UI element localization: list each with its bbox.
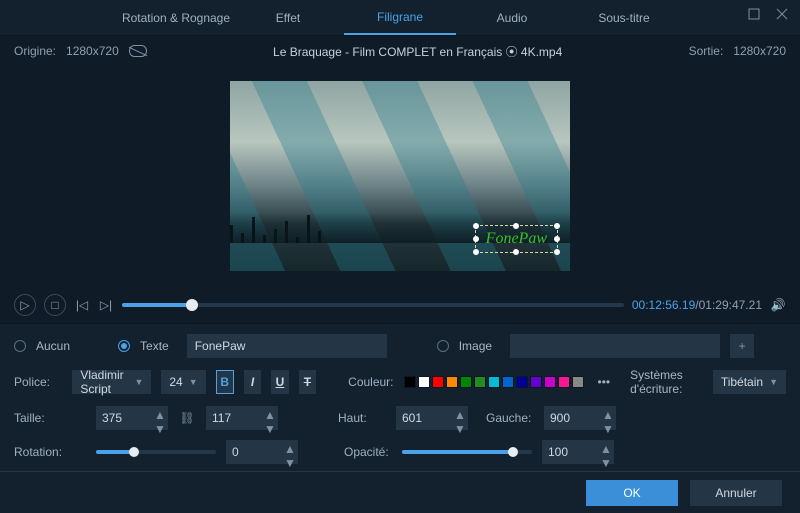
- watermark-text-input[interactable]: [187, 334, 387, 358]
- visibility-toggle-icon[interactable]: [129, 45, 147, 57]
- play-button[interactable]: ▷: [14, 294, 36, 316]
- tab-rotation[interactable]: Rotation & Rognage: [120, 0, 232, 35]
- color-swatch[interactable]: [460, 376, 472, 388]
- opacity-slider[interactable]: [402, 450, 532, 454]
- cancel-button[interactable]: Annuler: [690, 480, 782, 506]
- radio-image-label: Image: [459, 339, 492, 353]
- dialog-footer: OK Annuler: [0, 471, 800, 513]
- left-input[interactable]: 900▲▼: [544, 406, 616, 430]
- volume-icon[interactable]: 🔊: [770, 294, 786, 316]
- color-swatch[interactable]: [558, 376, 570, 388]
- top-label: Haut:: [338, 411, 386, 425]
- color-swatch[interactable]: [502, 376, 514, 388]
- chevron-down-icon: ▼: [769, 377, 778, 387]
- origin-label: Origine:: [14, 44, 56, 58]
- color-swatch[interactable]: [446, 376, 458, 388]
- more-colors-button[interactable]: •••: [598, 375, 611, 389]
- time-display: 00:12:56.19/01:29:47.21: [632, 298, 762, 312]
- tab-filigrane[interactable]: Filigrane: [344, 0, 456, 35]
- rotation-input[interactable]: 0▲▼: [226, 440, 298, 464]
- font-size-select[interactable]: 24▼: [161, 370, 205, 394]
- filename: Le Braquage - Film COMPLET en Français ⦿…: [157, 43, 679, 60]
- color-swatch[interactable]: [418, 376, 430, 388]
- color-swatches: [404, 376, 584, 388]
- watermark-preview-text: FonePaw: [486, 230, 547, 247]
- radio-text-label: Texte: [140, 339, 169, 353]
- rotation-label: Rotation:: [14, 445, 86, 459]
- minimize-button[interactable]: [744, 6, 764, 22]
- color-swatch[interactable]: [474, 376, 486, 388]
- rotation-slider[interactable]: [96, 450, 216, 454]
- width-input[interactable]: 375▲▼: [96, 406, 168, 430]
- color-swatch[interactable]: [544, 376, 556, 388]
- video-preview: FonePaw: [0, 66, 800, 286]
- size-label: Taille:: [14, 411, 86, 425]
- height-input[interactable]: 117▲▼: [206, 406, 278, 430]
- bold-button[interactable]: B: [216, 370, 234, 394]
- underline-button[interactable]: U: [271, 370, 288, 394]
- left-label: Gauche:: [486, 411, 534, 425]
- close-button[interactable]: [772, 6, 792, 22]
- top-input[interactable]: 601▲▼: [396, 406, 468, 430]
- output-label: Sortie:: [689, 44, 724, 58]
- radio-none[interactable]: [14, 340, 26, 352]
- stop-button[interactable]: □: [44, 294, 66, 316]
- origin-value: 1280x720: [66, 44, 119, 58]
- chevron-down-icon: ▼: [134, 377, 143, 387]
- prev-frame-button[interactable]: |◁: [74, 294, 90, 316]
- color-label: Couleur:: [348, 375, 393, 389]
- chevron-down-icon: ▼: [189, 377, 198, 387]
- seek-slider[interactable]: [122, 303, 624, 307]
- info-bar: Origine: 1280x720 Le Braquage - Film COM…: [0, 36, 800, 66]
- radio-image[interactable]: [437, 340, 449, 352]
- strike-button[interactable]: T: [299, 370, 316, 394]
- watermark-image-input[interactable]: [510, 334, 720, 358]
- playback-controls: ▷ □ |◁ ▷| 00:12:56.19/01:29:47.21 🔊: [0, 286, 800, 324]
- color-swatch[interactable]: [488, 376, 500, 388]
- color-swatch[interactable]: [572, 376, 584, 388]
- color-swatch[interactable]: [432, 376, 444, 388]
- watermark-bounding-box[interactable]: FonePaw: [475, 225, 558, 253]
- tab-subtitle[interactable]: Sous-titre: [568, 0, 680, 35]
- add-image-button[interactable]: +: [730, 334, 754, 358]
- next-frame-button[interactable]: ▷|: [98, 294, 114, 316]
- color-swatch[interactable]: [404, 376, 416, 388]
- tab-audio[interactable]: Audio: [456, 0, 568, 35]
- radio-text[interactable]: [118, 340, 130, 352]
- opacity-label: Opacité:: [344, 445, 392, 459]
- video-frame[interactable]: FonePaw: [230, 81, 570, 271]
- main-tabs: Rotation & Rognage Effet Filigrane Audio…: [0, 0, 800, 36]
- radio-none-label: Aucun: [36, 339, 70, 353]
- ok-button[interactable]: OK: [586, 480, 678, 506]
- font-label: Police:: [14, 375, 62, 389]
- color-swatch[interactable]: [530, 376, 542, 388]
- link-dimensions-icon[interactable]: ⛓: [178, 411, 196, 425]
- color-swatch[interactable]: [516, 376, 528, 388]
- output-value: 1280x720: [733, 44, 786, 58]
- tab-effect[interactable]: Effet: [232, 0, 344, 35]
- script-select[interactable]: Tibétain▼: [713, 370, 786, 394]
- italic-button[interactable]: I: [244, 370, 261, 394]
- opacity-input[interactable]: 100▲▼: [542, 440, 614, 464]
- script-label: Systèmes d'écriture:: [630, 368, 703, 396]
- font-select[interactable]: Vladimir Script▼: [72, 370, 151, 394]
